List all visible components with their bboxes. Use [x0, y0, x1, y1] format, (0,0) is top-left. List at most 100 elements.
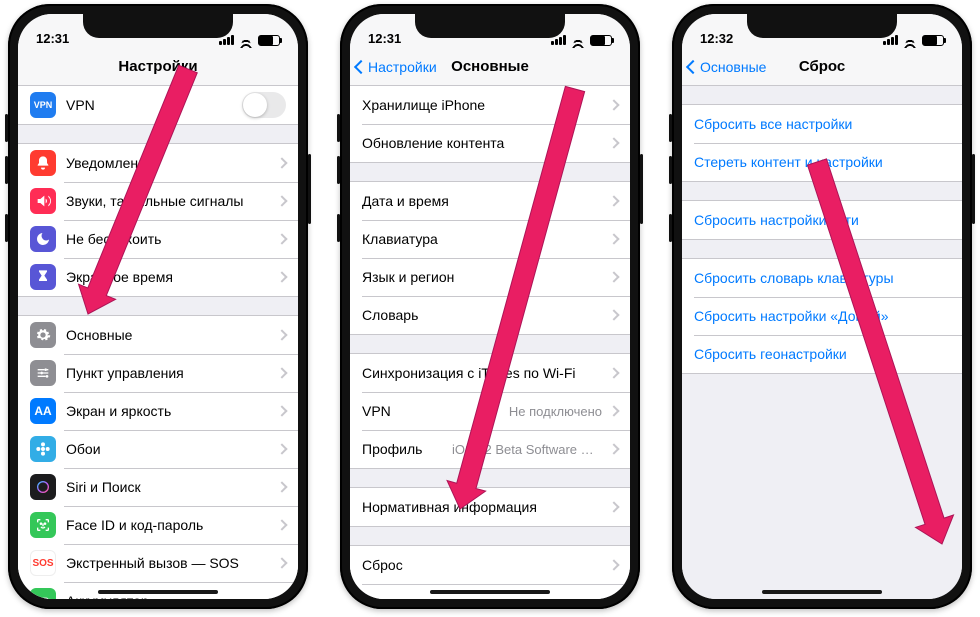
sliders-icon	[30, 360, 56, 386]
vpn-icon: VPN	[30, 92, 56, 118]
chevron-right-icon	[608, 559, 619, 570]
chevron-right-icon	[608, 137, 619, 148]
settings-group: Синхронизация с iTunes по Wi-Fi VPNНе под…	[350, 353, 630, 469]
row-label: Выключить	[362, 595, 618, 599]
row-label: Пункт управления	[66, 365, 274, 381]
settings-row[interactable]: Обновление контента	[350, 124, 630, 162]
row-label: Siri и Поиск	[66, 479, 274, 495]
chevron-right-icon	[608, 443, 619, 454]
row-label: Не беспокоить	[66, 231, 274, 247]
page-title: Основные	[451, 58, 529, 75]
row-label: Звуки, тактильные сигналы	[66, 193, 274, 209]
settings-row[interactable]: Язык и регион	[350, 258, 630, 296]
chevron-right-icon	[276, 557, 287, 568]
row-label: Язык и регион	[362, 269, 606, 285]
nav-bar: Настройки Основные	[350, 48, 630, 86]
settings-content[interactable]: VPNVPN Уведомления Звуки, тактильные сигна…	[18, 86, 298, 599]
toggle-switch[interactable]	[242, 92, 286, 118]
settings-group: Сбросить все настройкиСтереть контент и …	[682, 104, 962, 182]
row-label: Синхронизация с iTunes по Wi-Fi	[362, 365, 606, 381]
speaker-icon	[30, 188, 56, 214]
row-label: Face ID и код-пароль	[66, 517, 274, 533]
settings-row[interactable]: Сбросить словарь клавиатуры	[682, 259, 962, 297]
settings-row[interactable]: Экранное время	[18, 258, 298, 296]
settings-row[interactable]: Пункт управления	[18, 354, 298, 392]
page-title: Настройки	[118, 58, 197, 75]
chevron-right-icon	[608, 405, 619, 416]
settings-row[interactable]: Звуки, тактильные сигналы	[18, 182, 298, 220]
phone-0: 12:31 Настройки VPNVPN Уведомления Звуки, та…	[8, 4, 308, 609]
phone-2: 12:32ОсновныеСбросСбросить все настройки…	[672, 4, 972, 609]
chevron-right-icon	[276, 367, 287, 378]
settings-row[interactable]: Face ID и код-пароль	[18, 506, 298, 544]
settings-row[interactable]: VPNVPN	[18, 86, 298, 124]
chevron-right-icon	[608, 501, 619, 512]
settings-row[interactable]: Хранилище iPhone	[350, 86, 630, 124]
chevron-right-icon	[276, 595, 287, 599]
row-value: iOS 12 Beta Software Profile	[452, 442, 602, 457]
battery-icon	[30, 588, 56, 599]
row-label: Экранное время	[66, 269, 274, 285]
home-indicator	[762, 590, 882, 594]
sos-icon: SOS	[30, 550, 56, 576]
clock: 12:31	[368, 31, 401, 46]
row-label: Обновление контента	[362, 135, 606, 151]
settings-group: Уведомления Звуки, тактильные сигналы Не б…	[18, 143, 298, 297]
row-label: Профиль	[362, 441, 452, 457]
phone-1: 12:31 Настройки Основные Хранилище iPhone Об…	[340, 4, 640, 609]
row-label: Экран и яркость	[66, 403, 274, 419]
settings-row[interactable]: ПрофильiOS 12 Beta Software Profile	[350, 430, 630, 468]
faceid-icon	[30, 512, 56, 538]
row-label: Хранилище iPhone	[362, 97, 606, 113]
settings-row[interactable]: Сбросить все настройки	[682, 105, 962, 143]
settings-row[interactable]: AA Экран и яркость	[18, 392, 298, 430]
settings-row[interactable]: Словарь	[350, 296, 630, 334]
settings-row[interactable]: Сбросить настройки сети	[682, 201, 962, 239]
flower-icon	[30, 436, 56, 462]
settings-group: Сбросить словарь клавиатуры Сбросить наст…	[682, 258, 962, 374]
back-button[interactable]: Настройки	[356, 59, 437, 75]
chevron-right-icon	[276, 443, 287, 454]
row-label: Уведомления	[66, 155, 274, 171]
settings-row[interactable]: Обои	[18, 430, 298, 468]
wifi-icon	[238, 34, 254, 46]
chevron-right-icon	[276, 519, 287, 530]
settings-row[interactable]: VPNНе подключено	[350, 392, 630, 430]
moon-icon	[30, 226, 56, 252]
row-label: Сбросить настройки «Домой»	[694, 308, 950, 324]
row-label: Сброс	[362, 557, 606, 573]
settings-group: Хранилище iPhone Обновление контента	[350, 86, 630, 163]
settings-row[interactable]: Не беспокоить	[18, 220, 298, 258]
settings-row[interactable]: Дата и время	[350, 182, 630, 220]
row-label: Сбросить геонастройки	[694, 346, 950, 362]
chevron-right-icon	[276, 157, 287, 168]
row-label: Основные	[66, 327, 274, 343]
row-label: Обои	[66, 441, 274, 457]
row-label: Клавиатура	[362, 231, 606, 247]
chevron-left-icon	[354, 59, 368, 73]
bell-red-icon	[30, 150, 56, 176]
row-label: Дата и время	[362, 193, 606, 209]
chevron-right-icon	[608, 99, 619, 110]
settings-content[interactable]: Сбросить все настройкиСтереть контент и …	[682, 86, 962, 599]
chevron-right-icon	[608, 233, 619, 244]
settings-row[interactable]: Основные	[18, 316, 298, 354]
settings-row[interactable]: Синхронизация с iTunes по Wi-Fi	[350, 354, 630, 392]
settings-row[interactable]: SOSЭкстренный вызов — SOS	[18, 544, 298, 582]
clock: 12:31	[36, 31, 69, 46]
settings-row[interactable]: Siri и Поиск	[18, 468, 298, 506]
back-button[interactable]: Основные	[688, 59, 766, 75]
home-indicator	[98, 590, 218, 594]
settings-row[interactable]: Клавиатура	[350, 220, 630, 258]
settings-row[interactable]: Уведомления	[18, 144, 298, 182]
settings-row[interactable]: Стереть контент и настройки	[682, 143, 962, 181]
siri-icon	[30, 474, 56, 500]
settings-row[interactable]: Сброс	[350, 546, 630, 584]
settings-row[interactable]: Сбросить геонастройки	[682, 335, 962, 373]
settings-row[interactable]: Нормативная информация	[350, 488, 630, 526]
settings-content[interactable]: Хранилище iPhone Обновление контента Дата …	[350, 86, 630, 599]
aa-icon: AA	[30, 398, 56, 424]
settings-row[interactable]: Сбросить настройки «Домой»	[682, 297, 962, 335]
wifi-icon	[902, 34, 918, 46]
clock: 12:32	[700, 31, 733, 46]
